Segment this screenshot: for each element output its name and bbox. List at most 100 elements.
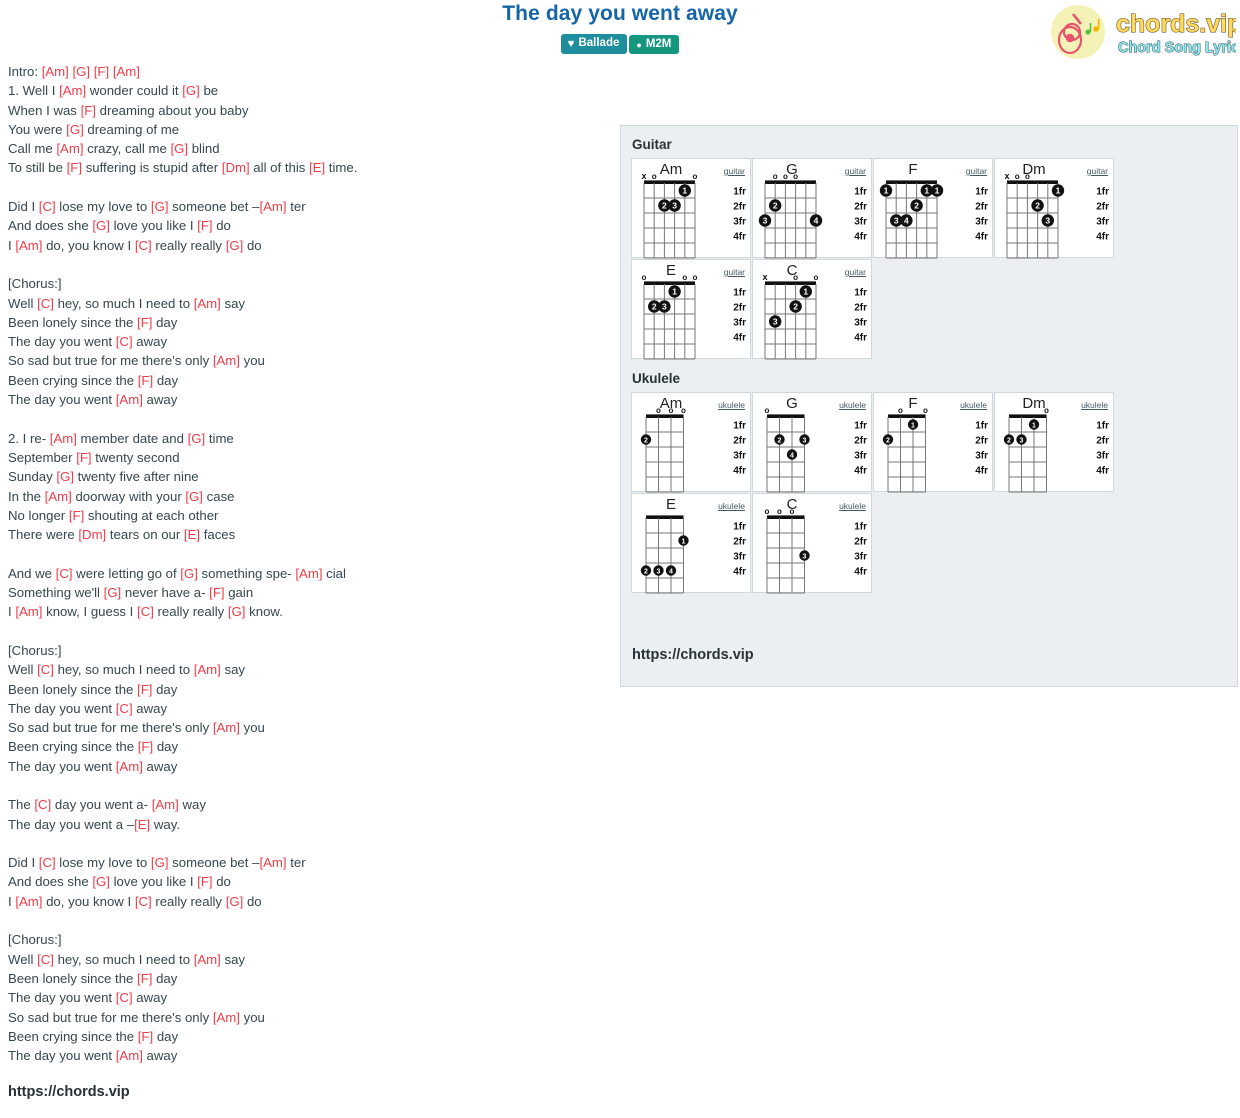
chord-card-guitar-G[interactable]: Gguitar o o o 3 2 4 1fr 2fr 3fr 4fr — [752, 158, 872, 259]
chord-marker[interactable]: [G] — [170, 141, 188, 156]
chord-marker[interactable]: [Am] — [116, 759, 143, 774]
lyric-line: Something we'll [G] never have a- [F] ga… — [8, 583, 608, 602]
lyric-line: So sad but true for me there's only [Am]… — [8, 1008, 608, 1027]
chord-marker[interactable]: [Am] — [213, 1010, 240, 1025]
chord-marker[interactable]: [G] — [185, 489, 203, 504]
section-title-guitar: Guitar — [632, 137, 672, 152]
chord-marker[interactable]: [F] — [67, 160, 82, 175]
chord-marker[interactable]: [Am] — [113, 64, 140, 79]
chord-card-ukulele-G[interactable]: Gukulele o 2 3 4 1fr 2fr 3fr 4fr — [752, 392, 872, 493]
chord-marker[interactable]: [G] — [226, 238, 244, 253]
chord-marker[interactable]: [C] — [116, 701, 133, 716]
open-string-marker: o — [765, 406, 770, 415]
chord-diagram-F: 1 1 123 41fr2fr3fr4fr — [879, 180, 988, 259]
chord-marker[interactable]: [F] — [94, 64, 109, 79]
chord-marker[interactable]: [F] — [138, 373, 153, 388]
chord-marker[interactable]: [F] — [137, 971, 152, 986]
badge-m2m[interactable]: ● M2M — [629, 34, 680, 54]
finger-number: 1 — [803, 287, 808, 297]
chord-marker[interactable]: [C] — [37, 662, 54, 677]
chord-marker[interactable]: [F] — [209, 585, 224, 600]
lyric-text: away — [132, 334, 168, 350]
chord-marker[interactable]: [E] — [309, 160, 325, 175]
chord-card-ukulele-Am[interactable]: Am ukulele o o o 2 1fr 2fr 3fr 4fr — [631, 392, 751, 493]
fret-label: 2fr — [975, 436, 988, 447]
chord-marker[interactable]: [C] — [39, 199, 56, 214]
chord-marker[interactable]: [C] — [135, 238, 152, 253]
chord-marker[interactable]: [G] — [226, 894, 244, 909]
chord-card-ukulele-F[interactable]: Fukulele o o 1 2 1fr 2fr 3fr 4fr — [873, 392, 993, 493]
chord-card-guitar-Dm[interactable]: Dm guitar x o o 1 2 3 1fr 2fr 3fr 4fr — [994, 158, 1114, 259]
chord-marker[interactable]: [G] — [151, 199, 169, 214]
chord-marker[interactable]: [F] — [137, 682, 152, 697]
chord-marker[interactable]: [F] — [81, 103, 96, 118]
chord-marker[interactable]: [C] — [37, 296, 54, 311]
lyric-text: You were — [8, 121, 67, 137]
chord-card-guitar-F[interactable]: Fguitar 1 1 1 2 3 4 1fr 2fr 3fr 4fr — [873, 158, 993, 259]
chord-marker[interactable]: [Am] — [15, 894, 42, 909]
chord-card-guitar-C[interactable]: Cguitar x o o 1 2 3 1fr 2fr 3fr 4fr — [752, 259, 872, 360]
site-logo[interactable]: chords.vip Chord Song Lyric — [1048, 2, 1240, 62]
chord-marker[interactable]: [F] — [137, 315, 152, 330]
panel-url[interactable]: https://chords.vip — [632, 647, 754, 663]
chord-marker[interactable]: [Am] — [116, 1048, 143, 1063]
open-string-marker: o — [681, 406, 686, 415]
chord-marker[interactable]: [G] — [104, 585, 122, 600]
chord-marker[interactable]: [Am] — [42, 64, 69, 79]
chord-marker[interactable]: [Am] — [50, 431, 77, 446]
chord-marker[interactable]: [G] — [228, 604, 246, 619]
chord-marker[interactable]: [F] — [76, 450, 91, 465]
lyric-line: You were [G] dreaming of me — [8, 120, 608, 139]
chord-card-ukulele-C[interactable]: Cukulele o o o 3 1fr 2fr 3fr 4fr — [752, 493, 872, 594]
chord-marker[interactable]: [G] — [73, 64, 91, 79]
chord-marker[interactable]: [C] — [37, 952, 54, 967]
chord-marker[interactable]: [Dm] — [78, 527, 106, 542]
chord-marker[interactable]: [Am] — [194, 952, 221, 967]
chord-marker[interactable]: [C] — [137, 604, 154, 619]
chord-marker[interactable]: [G] — [180, 566, 198, 581]
chord-marker[interactable]: [Am] — [295, 566, 322, 581]
chord-marker[interactable]: [C] — [135, 894, 152, 909]
diagram-row: Eukulele 1 2 3 4 1fr 2fr 3fr 4fr Cukulele o o o 3 1fr 2… — [621, 493, 1237, 594]
chord-marker[interactable]: [C] — [56, 566, 73, 581]
chord-marker[interactable]: [Am] — [213, 720, 240, 735]
chord-marker[interactable]: [Am] — [152, 797, 179, 812]
chord-marker[interactable]: [Am] — [259, 199, 286, 214]
chord-marker[interactable]: [E] — [184, 527, 200, 542]
chord-marker[interactable]: [G] — [151, 855, 169, 870]
chord-marker[interactable]: [Am] — [59, 83, 86, 98]
chord-card-ukulele-E[interactable]: Eukulele 1 2 3 4 1fr 2fr 3fr 4fr — [631, 493, 751, 594]
chord-marker[interactable]: [Am] — [116, 392, 143, 407]
chord-marker[interactable]: [Am] — [194, 296, 221, 311]
chord-marker[interactable]: [F] — [138, 739, 153, 754]
chord-marker[interactable]: [C] — [34, 797, 51, 812]
chord-marker[interactable]: [G] — [92, 218, 110, 233]
chord-marker[interactable]: [G] — [182, 83, 200, 98]
chord-card-guitar-Am[interactable]: Am guitar x o o 1 2 3 1fr 2fr 3fr 4fr — [631, 158, 751, 259]
chord-marker[interactable]: [Am] — [213, 353, 240, 368]
chord-marker[interactable]: [Am] — [45, 489, 72, 504]
chord-marker[interactable]: [F] — [138, 1029, 153, 1044]
chord-marker[interactable]: [C] — [39, 855, 56, 870]
chord-marker[interactable]: [C] — [116, 990, 133, 1005]
chord-marker[interactable]: [Am] — [15, 238, 42, 253]
chord-marker[interactable]: [F] — [197, 218, 212, 233]
chord-card-ukulele-Dm[interactable]: Dm ukulele o 1 2 3 1fr 2fr 3fr 4fr — [994, 392, 1114, 493]
chord-card-guitar-E[interactable]: Eguitar o o o 1 2 3 1fr 2fr 3fr 4fr — [631, 259, 751, 360]
chord-marker[interactable]: [G] — [188, 431, 206, 446]
footer-url[interactable]: https://chords.vip — [8, 1084, 130, 1100]
chord-marker[interactable]: [Am] — [56, 141, 83, 156]
chord-marker[interactable]: [C] — [116, 334, 133, 349]
chord-marker[interactable]: [F] — [69, 508, 84, 523]
chord-marker[interactable]: [Am] — [15, 604, 42, 619]
chord-marker[interactable]: [Am] — [194, 662, 221, 677]
chord-marker[interactable]: [F] — [197, 874, 212, 889]
lyric-text: wonder could it — [86, 83, 183, 99]
chord-marker[interactable]: [Dm] — [222, 160, 250, 175]
chord-marker[interactable]: [E] — [134, 817, 150, 832]
chord-marker[interactable]: [G] — [66, 122, 84, 137]
badge-ballade[interactable]: ♥ Ballade — [560, 34, 628, 54]
chord-marker[interactable]: [G] — [92, 874, 110, 889]
chord-marker[interactable]: [G] — [56, 469, 74, 484]
chord-marker[interactable]: [Am] — [259, 855, 286, 870]
